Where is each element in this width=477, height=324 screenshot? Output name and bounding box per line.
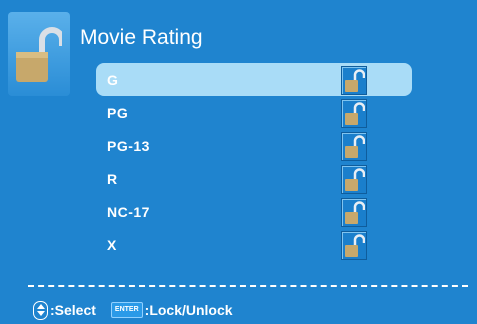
unlocked-padlock-icon[interactable] [341, 231, 367, 260]
rating-row-g[interactable]: G [96, 63, 412, 96]
rating-row-x[interactable]: X [96, 228, 412, 261]
up-down-arrows-icon [33, 300, 48, 320]
rating-row-r[interactable]: R [96, 162, 412, 195]
rating-list: G PG PG-13 R NC-17 X [96, 63, 412, 261]
lock-unlock-hint: :Lock/Unlock [144, 302, 233, 318]
unlocked-padlock-icon[interactable] [341, 165, 367, 194]
footer-hints: :Select ENTER :Lock/Unlock [33, 300, 233, 320]
rating-row-nc-17[interactable]: NC-17 [96, 195, 412, 228]
rating-row-pg[interactable]: PG [96, 96, 412, 129]
page-title: Movie Rating [80, 26, 203, 49]
rating-label: R [107, 171, 118, 187]
enter-key-icon: ENTER [110, 302, 143, 318]
footer-divider [28, 285, 468, 287]
unlocked-padlock-icon [8, 12, 70, 96]
rating-label: PG-13 [107, 138, 150, 154]
unlocked-padlock-icon[interactable] [341, 198, 367, 227]
rating-label: PG [107, 105, 129, 121]
rating-row-pg-13[interactable]: PG-13 [96, 129, 412, 162]
rating-label: G [107, 72, 119, 88]
select-hint: :Select [50, 302, 96, 318]
rating-label: X [107, 237, 117, 253]
rating-label: NC-17 [107, 204, 150, 220]
unlocked-padlock-icon[interactable] [341, 132, 367, 161]
unlocked-padlock-icon[interactable] [341, 66, 367, 95]
unlocked-padlock-icon[interactable] [341, 99, 367, 128]
